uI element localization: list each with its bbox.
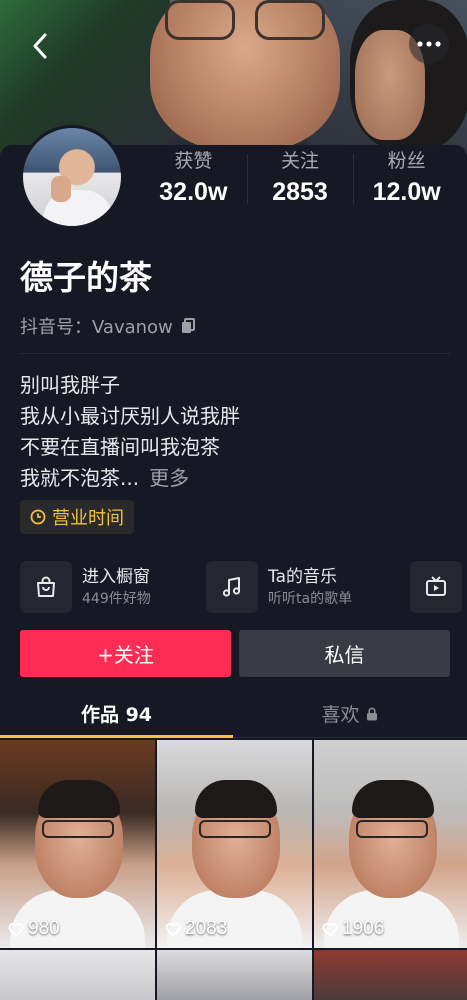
clock-icon — [30, 509, 46, 525]
business-hours-tag[interactable]: 营业时间 — [20, 500, 134, 534]
bio-more-link[interactable]: 更多 — [149, 466, 189, 490]
video-thumbnail[interactable] — [157, 950, 312, 1000]
video-thumbnail[interactable]: 1906 — [314, 740, 467, 948]
stat-label: 粉丝 — [387, 150, 426, 172]
thumb-hair — [352, 780, 434, 818]
lock-icon — [366, 707, 377, 720]
video-like-count: 2083 — [165, 918, 227, 940]
bio-line: 不要在直播间叫我泡茶 — [20, 435, 220, 459]
like-count: 2083 — [185, 918, 228, 939]
business-hours-label: 营业时间 — [52, 508, 124, 529]
service-subtitle: 449件好物 — [82, 591, 151, 607]
thumb-hair — [195, 780, 277, 818]
service-title: Ta的音乐 — [268, 567, 337, 587]
video-thumbnail[interactable] — [0, 950, 155, 1000]
content-tabs: 作品 94 喜欢 — [0, 690, 467, 738]
thumb-hair — [38, 780, 120, 818]
stat-value: 2853 — [272, 178, 328, 206]
service-text: 进入橱窗 449件好物 — [82, 565, 151, 609]
more-dots-icon — [417, 41, 441, 47]
divider — [20, 353, 450, 354]
douyin-id-text: 抖音号：Vavanow — [20, 317, 173, 338]
service-icon-box — [206, 561, 258, 613]
stat-likes[interactable]: 获赞 32.0w — [140, 148, 247, 218]
bio-line: 别叫我胖子 — [20, 373, 120, 397]
profile-name: 德子的茶 — [20, 258, 152, 297]
service-icon-box — [410, 561, 462, 613]
tab-label: 喜欢 — [321, 704, 360, 726]
heart-outline-icon — [322, 922, 338, 936]
like-count: 1906 — [342, 918, 385, 939]
video-thumbnail[interactable]: 980 — [0, 740, 155, 948]
services-row: 进入橱窗 449件好物 Ta的音乐 听听ta的歌单 — [20, 561, 467, 613]
service-subtitle: 听听ta的歌单 — [268, 591, 353, 607]
back-button[interactable] — [22, 28, 58, 64]
stat-label: 关注 — [281, 150, 320, 172]
follow-button[interactable]: +关注 — [20, 630, 231, 677]
tab-likes[interactable]: 喜欢 — [233, 690, 466, 737]
bio-line: 我从小最讨厌别人说我胖 — [20, 404, 240, 428]
stat-value: 32.0w — [159, 178, 228, 206]
music-note-icon — [222, 577, 241, 597]
heart-outline-icon — [8, 922, 24, 936]
stat-following[interactable]: 关注 2853 — [246, 148, 354, 218]
copy-icon — [181, 318, 195, 333]
avatar[interactable] — [20, 125, 124, 229]
chevron-left-icon — [33, 33, 47, 59]
service-live[interactable] — [410, 561, 462, 613]
like-count: 980 — [28, 918, 60, 939]
shopping-bag-icon — [37, 576, 55, 597]
thumb-glasses — [199, 820, 271, 838]
heart-outline-icon — [165, 922, 181, 936]
thumb-glasses — [42, 820, 114, 838]
stat-label: 获赞 — [174, 150, 213, 172]
stat-followers[interactable]: 粉丝 12.0w — [353, 148, 460, 218]
video-thumbnail[interactable]: 2083 — [157, 740, 312, 948]
cover-glasses — [160, 0, 330, 40]
tab-label: 作品 94 — [80, 704, 153, 726]
video-grid: 980 2083 1906 — [0, 740, 467, 1000]
bio-line: 我就不泡茶... — [20, 466, 140, 490]
tab-works[interactable]: 作品 94 — [0, 690, 233, 738]
service-music[interactable]: Ta的音乐 听听ta的歌单 — [206, 561, 396, 613]
service-text: Ta的音乐 听听ta的歌单 — [268, 565, 352, 609]
profile-stats: 获赞 32.0w 关注 2853 粉丝 12.0w — [140, 148, 460, 218]
service-icon-box — [20, 561, 72, 613]
video-thumbnail[interactable] — [314, 950, 467, 1000]
thumb-glasses — [356, 820, 428, 838]
douyin-id[interactable]: 抖音号：Vavanow — [20, 313, 195, 339]
bio[interactable]: 别叫我胖子 我从小最讨厌别人说我胖 不要在直播间叫我泡茶 我就不泡茶... 更多 — [20, 370, 450, 494]
service-shop-window[interactable]: 进入橱窗 449件好物 — [20, 561, 192, 613]
message-button[interactable]: 私信 — [239, 630, 450, 677]
video-like-count: 980 — [8, 918, 60, 940]
avatar-hand — [51, 176, 71, 202]
video-like-count: 1906 — [322, 918, 384, 940]
more-button[interactable] — [409, 24, 449, 64]
tv-icon — [426, 576, 446, 596]
stat-value: 12.0w — [372, 178, 441, 206]
action-buttons: +关注 私信 — [20, 630, 450, 677]
service-title: 进入橱窗 — [82, 567, 150, 587]
bio-line-last: 我就不泡茶... 更多 — [20, 463, 450, 494]
